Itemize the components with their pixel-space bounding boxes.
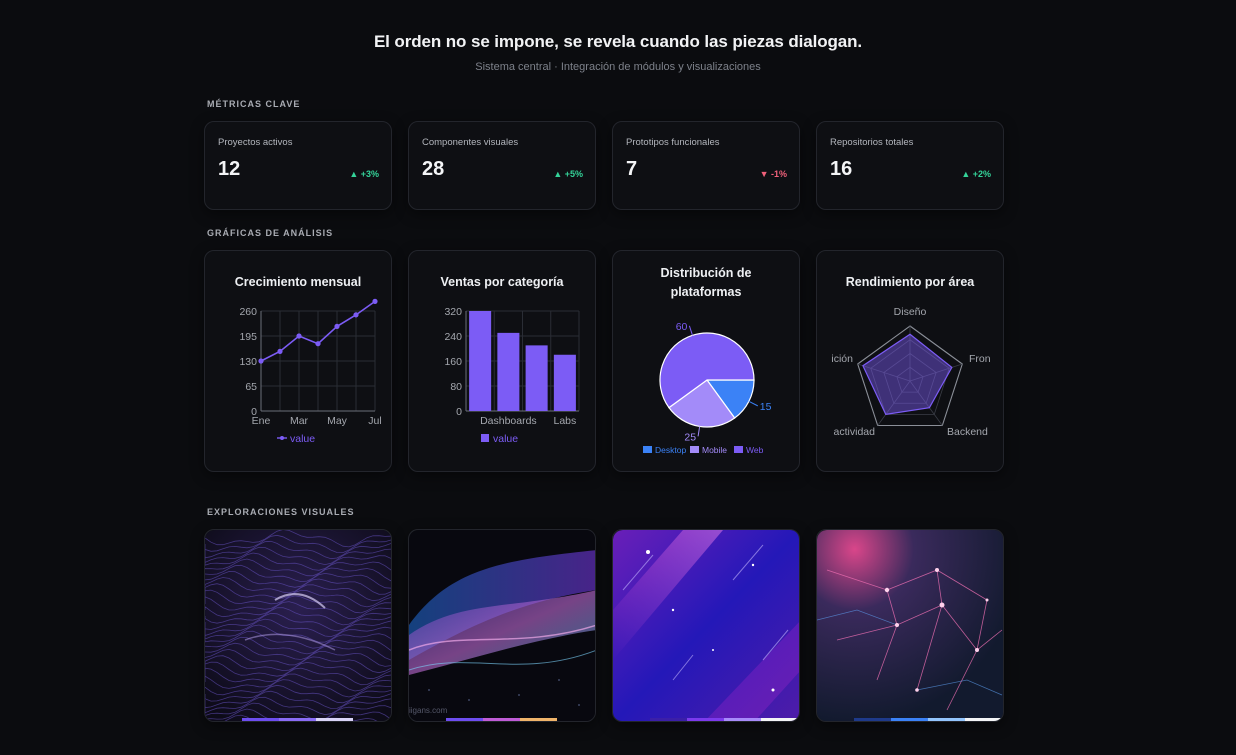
y-tick-label: 0 — [456, 406, 462, 418]
radar-axis-label: ición — [831, 353, 853, 365]
x-tick-label: May — [327, 415, 348, 427]
metric-delta-badge: ▲ +3% — [349, 169, 379, 179]
x-tick-label: Dashboards — [480, 415, 537, 427]
bar-chart-card: Ventas por categoría 0 80 160 240 320 Dashboa… — [408, 250, 596, 472]
slice-label-leader — [748, 400, 759, 407]
purple-wave-image — [205, 530, 391, 721]
metric-label: Proyectos activos — [218, 137, 293, 148]
pie-chart: 15 25 60 Desktop Mobile Web — [643, 321, 772, 455]
y-tick-label: 260 — [239, 306, 257, 318]
pie-chart-card: Distribución de plataformas 15 25 60 Deskto… — [612, 250, 800, 472]
bar — [469, 311, 492, 411]
bar — [553, 354, 576, 411]
legend-label: Web — [746, 445, 764, 455]
neon-streaks-image — [613, 530, 799, 721]
page-subtitle: Sistema central · Integración de módulos… — [475, 61, 761, 73]
dashboard-page: El orden no se impone, se revela cuando … — [0, 0, 1236, 755]
line-chart-card: Crecimiento mensual 0 65 130 195 260 Ene Mar Ma… — [204, 250, 392, 472]
data-point — [296, 333, 302, 339]
metric-delta-badge: ▼ -1% — [759, 169, 787, 179]
slice-label-leader — [688, 325, 693, 336]
metric-value: 28 — [422, 158, 445, 180]
x-tick-label: Mar — [290, 415, 309, 427]
images-section-label: EXPLORACIONES VISUALES — [207, 507, 355, 517]
y-tick-label: 240 — [444, 331, 462, 343]
data-point — [277, 348, 283, 354]
legend-swatch — [481, 434, 489, 442]
metric-delta-badge: ▲ +2% — [961, 169, 991, 179]
slice-value-label: 60 — [676, 321, 688, 333]
metric-card-repositorios[interactable]: Repositorios totales 16 ▲ +2% — [816, 121, 1004, 210]
palette-swatches — [242, 718, 353, 721]
metric-card-componentes[interactable]: Componentes visuales 28 ▲ +5% — [408, 121, 596, 210]
slice-value-label: 15 — [760, 401, 772, 413]
metric-label: Prototipos funcionales — [626, 137, 720, 148]
radar-axis-label: Diseño — [894, 306, 927, 318]
y-tick-label: 65 — [245, 381, 257, 393]
palette-swatches — [650, 718, 798, 721]
y-tick-label: 160 — [444, 356, 462, 368]
legend-swatch — [643, 446, 652, 453]
radar-chart-card: Rendimiento por área Diseño Fron Backend ac… — [816, 250, 1004, 472]
y-tick-label: 80 — [450, 381, 462, 393]
image-card-purple-wave[interactable] — [204, 529, 392, 722]
image-card-fluid-wave[interactable]: iigans.com — [408, 529, 596, 722]
page-title: El orden no se impone, se revela cuando … — [373, 32, 863, 51]
y-tick-label: 320 — [444, 306, 462, 318]
legend-swatch — [734, 446, 743, 453]
metric-value: 16 — [830, 158, 853, 180]
network-constellation-image — [817, 530, 1003, 721]
y-tick-label: 195 — [239, 331, 257, 343]
line-chart: 065130195260Ene Mar May Julvalue — [239, 298, 382, 445]
x-tick-label: Ene — [252, 415, 271, 427]
radar-axis-label: Fron — [969, 353, 991, 365]
legend-label: value — [493, 433, 518, 445]
y-tick-label: 130 — [239, 356, 257, 368]
bar — [525, 345, 548, 411]
metric-value: 12 — [218, 158, 241, 180]
x-tick-label: Labs — [553, 415, 576, 427]
radar-axis-label: actividad — [834, 426, 876, 438]
legend-label: Mobile — [702, 445, 727, 455]
bar — [497, 332, 520, 411]
legend-label: Desktop — [655, 445, 686, 455]
image-card-network[interactable] — [816, 529, 1004, 722]
palette-swatches — [854, 718, 1002, 721]
palette-swatches — [446, 718, 557, 721]
data-point — [315, 341, 321, 347]
slice-label-leader — [697, 426, 701, 437]
data-point — [334, 323, 340, 329]
metric-label: Componentes visuales — [422, 137, 519, 148]
image-card-neon-streaks[interactable] — [612, 529, 800, 722]
metrics-section-label: MÉTRICAS CLAVE — [207, 99, 301, 109]
fluid-wave-image — [409, 530, 595, 721]
image-watermark: iigans.com — [409, 706, 448, 715]
legend-label: value — [290, 433, 315, 445]
metric-delta-badge: ▲ +5% — [553, 169, 583, 179]
x-tick-label: Jul — [368, 415, 381, 427]
data-point — [258, 358, 264, 364]
charts-section-label: GRÁFICAS DE ANÁLISIS — [207, 228, 334, 238]
radar-chart: Diseño Fron Backend actividad ición — [831, 306, 991, 438]
bar-chart: 0 80 160 240 320 Dashboards Labs value — [444, 306, 580, 445]
slice-value-label: 25 — [684, 431, 696, 443]
legend-marker — [280, 436, 284, 440]
metric-card-proyectos[interactable]: Proyectos activos 12 ▲ +3% — [204, 121, 392, 210]
radar-axis-label: Backend — [947, 426, 988, 438]
legend-swatch — [690, 446, 699, 453]
metric-card-prototipos[interactable]: Prototipos funcionales 7 ▼ -1% — [612, 121, 800, 210]
metric-label: Repositorios totales — [830, 137, 914, 148]
metric-value: 7 — [626, 158, 638, 180]
data-point — [372, 298, 378, 304]
data-point — [353, 312, 359, 318]
